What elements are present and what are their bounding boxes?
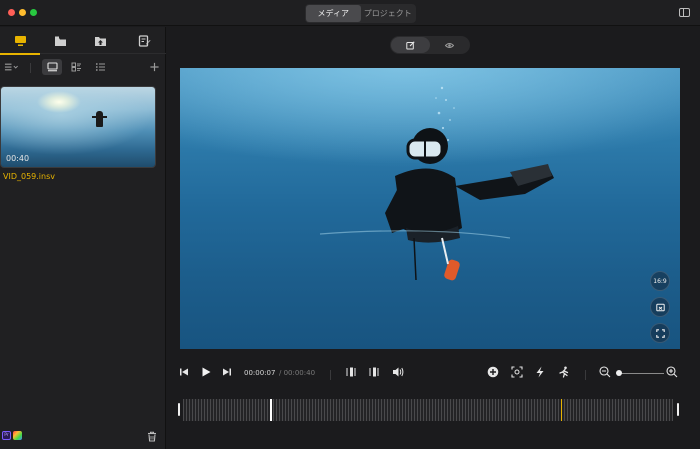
playback-controls: 00:00:07 / 00:00:40 bbox=[167, 360, 700, 384]
aspect-ratio-label: 16:9 bbox=[653, 277, 667, 285]
timeline-track[interactable] bbox=[183, 399, 673, 421]
add-media-button[interactable] bbox=[146, 59, 162, 75]
ai-frame-button[interactable] bbox=[511, 366, 523, 378]
library-footer: Pr bbox=[0, 427, 166, 449]
library-tabs bbox=[0, 27, 166, 55]
trim-end-button[interactable] bbox=[368, 366, 380, 378]
zoom-out-button[interactable] bbox=[599, 366, 611, 378]
preview-eye-icon bbox=[445, 42, 454, 48]
view-large-thumbnail-button[interactable] bbox=[42, 59, 62, 75]
trim-start-button[interactable] bbox=[346, 366, 358, 378]
skip-forward-icon bbox=[223, 368, 231, 376]
volume-button[interactable] bbox=[392, 366, 404, 378]
zoom-slider-handle[interactable] bbox=[616, 370, 622, 376]
speed-effect-button[interactable] bbox=[534, 366, 546, 378]
current-time: 00:00:07 bbox=[244, 369, 276, 377]
skip-back-icon bbox=[180, 368, 188, 376]
tab-media[interactable]: メディア bbox=[306, 5, 361, 22]
task-edit-icon bbox=[138, 34, 150, 47]
aspect-ratio-button[interactable]: 16:9 bbox=[650, 271, 670, 291]
edit-mode-button[interactable] bbox=[391, 37, 430, 53]
playhead[interactable] bbox=[270, 399, 272, 421]
player-area: 16:9 00:00:07 / 00:00:40 bbox=[167, 27, 700, 449]
diver-figure bbox=[92, 111, 107, 127]
fcp-icon[interactable] bbox=[13, 431, 22, 440]
minimize-window-button[interactable] bbox=[19, 9, 26, 16]
zoom-slider-track[interactable] bbox=[618, 373, 664, 374]
sort-button[interactable] bbox=[2, 59, 20, 75]
total-time: / 00:00:40 bbox=[279, 369, 316, 377]
media-filename: VID_059.insv bbox=[3, 172, 55, 181]
media-library-panel: 00:40 VID_059.insv Pr bbox=[0, 27, 166, 449]
play-button[interactable] bbox=[200, 366, 212, 378]
large-thumbnail-icon bbox=[46, 62, 58, 72]
library-tab-media[interactable] bbox=[0, 27, 40, 55]
tab-project[interactable]: プロジェクト bbox=[361, 5, 416, 22]
view-grid-button[interactable] bbox=[66, 59, 86, 75]
fullscreen-icon bbox=[655, 328, 665, 338]
title-bar: メディア プロジェクト bbox=[0, 0, 700, 26]
trim-handle-end[interactable] bbox=[677, 403, 679, 416]
premiere-plugin-button[interactable]: Pr bbox=[2, 431, 11, 440]
list-icon bbox=[95, 63, 105, 71]
export-folder-icon bbox=[94, 36, 106, 46]
edit-icon bbox=[406, 40, 415, 49]
header-tab-switch: メディア プロジェクト bbox=[305, 4, 416, 23]
media-icon bbox=[14, 35, 26, 46]
running-person-icon bbox=[559, 366, 569, 378]
video-preview[interactable]: 16:9 bbox=[180, 68, 680, 349]
player-mode-switch bbox=[390, 36, 470, 54]
skip-to-start-button[interactable] bbox=[178, 366, 190, 378]
trim-handle-start[interactable] bbox=[178, 403, 180, 416]
lightning-icon bbox=[536, 366, 544, 378]
media-duration: 00:40 bbox=[6, 154, 30, 163]
library-tab-export[interactable] bbox=[80, 27, 120, 54]
focus-frame-icon bbox=[511, 366, 523, 378]
premiere-badge-label: Pr bbox=[4, 433, 9, 438]
motion-tracking-button[interactable] bbox=[558, 366, 570, 378]
volume-icon bbox=[393, 367, 404, 377]
timeline[interactable] bbox=[178, 399, 679, 421]
zoom-in-icon bbox=[666, 366, 678, 378]
sort-icon bbox=[4, 63, 18, 71]
folder-icon bbox=[54, 36, 66, 46]
zoom-out-icon bbox=[599, 366, 611, 378]
library-tab-folder[interactable] bbox=[40, 27, 80, 54]
grid-icon bbox=[71, 62, 81, 72]
reframe-icon bbox=[655, 303, 665, 311]
reframe-button[interactable] bbox=[650, 297, 670, 317]
zoom-in-button[interactable] bbox=[666, 366, 678, 378]
video-frame bbox=[180, 68, 680, 281]
timeline-marker[interactable] bbox=[561, 399, 562, 421]
video-thumbnail: 00:40 bbox=[1, 87, 155, 167]
view-list-button[interactable] bbox=[90, 59, 110, 75]
library-tab-tasks[interactable] bbox=[124, 27, 164, 54]
library-toolbar bbox=[0, 55, 166, 79]
skip-to-end-button[interactable] bbox=[221, 366, 233, 378]
plus-icon bbox=[149, 62, 159, 72]
trash-icon[interactable] bbox=[147, 431, 157, 442]
controls-divider bbox=[330, 370, 331, 380]
add-clip-button[interactable] bbox=[487, 366, 499, 378]
trim-end-icon bbox=[369, 367, 379, 377]
sidebar-toggle-icon[interactable] bbox=[679, 8, 690, 17]
controls-divider-2 bbox=[585, 370, 586, 380]
zoom-window-button[interactable] bbox=[30, 9, 37, 16]
fullscreen-button[interactable] bbox=[650, 323, 670, 343]
play-icon bbox=[202, 367, 211, 377]
toolbar-divider bbox=[30, 63, 31, 73]
close-window-button[interactable] bbox=[8, 9, 15, 16]
preview-mode-button[interactable] bbox=[430, 37, 469, 53]
add-circle-icon bbox=[487, 366, 499, 378]
media-item-card[interactable]: 00:40 bbox=[0, 86, 156, 168]
trim-start-icon bbox=[346, 367, 356, 377]
